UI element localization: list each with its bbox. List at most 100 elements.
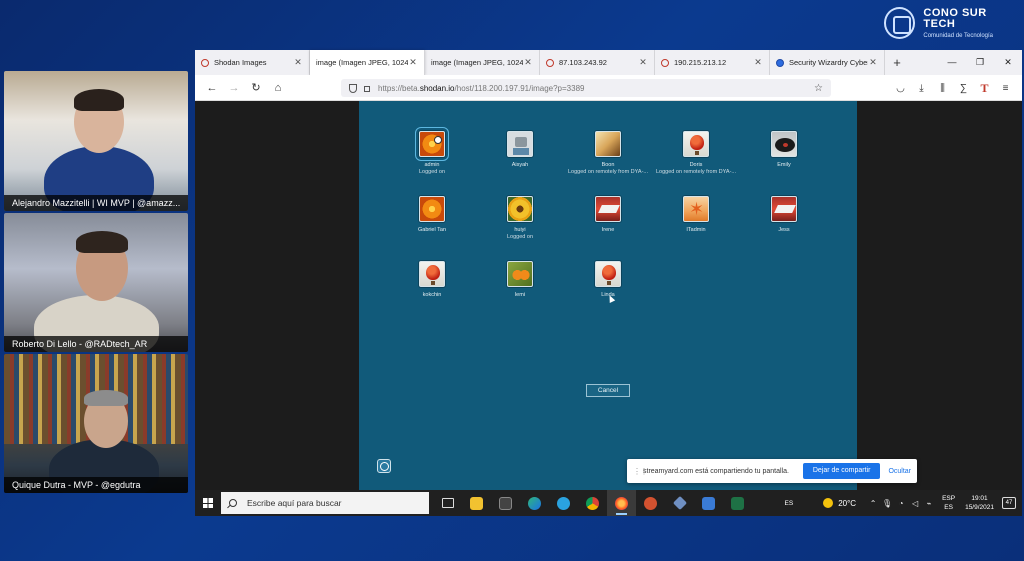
close-window-icon[interactable]: ✕	[994, 50, 1022, 75]
clock[interactable]: 19:01 15/9/2021	[965, 494, 994, 512]
powerpoint-icon[interactable]	[636, 490, 665, 516]
user-name: Boon	[601, 162, 615, 168]
participant-name: Roberto Di Lello - @RADtech_AR	[4, 336, 188, 352]
cancel-button[interactable]: Cancel	[586, 384, 630, 397]
notification-center-icon[interactable]: 47	[1002, 497, 1016, 509]
back-arrow-icon[interactable]: ←	[201, 82, 223, 94]
stop-sharing-button[interactable]: Dejar de compartir	[802, 463, 881, 479]
user-name: ITadmin	[686, 227, 706, 233]
participant-video-3: Quique Dutra - MVP - @egdutra	[4, 354, 188, 493]
restore-icon[interactable]: ❐	[966, 50, 994, 75]
user-tile-aisyah[interactable]: Aisyah	[474, 131, 566, 169]
user-tile-gabriel-tan[interactable]: Gabriel Tan	[386, 196, 478, 234]
tab-image[interactable]: image (Imagen JPEG, 1024 × ✕	[425, 50, 540, 75]
user-tile-admin[interactable]: admin Logged on	[386, 127, 478, 176]
lock-icon[interactable]	[364, 86, 370, 92]
volume-icon[interactable]: ◁	[908, 499, 922, 508]
close-icon[interactable]: ✕	[408, 57, 418, 68]
tab-ip-87[interactable]: 87.103.243.92 ✕	[540, 50, 655, 75]
robot-icon	[507, 131, 533, 157]
tab-shodan-images[interactable]: Shodan Images ✕	[195, 50, 310, 75]
user-tile-doris[interactable]: Doris Logged on remotely from DYA-...	[650, 131, 742, 176]
close-icon[interactable]: ✕	[638, 57, 648, 68]
search-icon	[229, 499, 237, 507]
user-tile-boon[interactable]: Boon Logged on remotely from DYA-...	[562, 131, 654, 176]
drag-handle-icon[interactable]: ⋮⋮	[633, 467, 648, 476]
butterfly-icon	[507, 261, 533, 287]
edge-icon[interactable]	[520, 490, 549, 516]
minimize-icon[interactable]: —	[938, 50, 966, 75]
user-tile-kokchin[interactable]: kokchin	[386, 261, 478, 299]
url-text[interactable]: https://beta.shodan.io/host/118.200.197.…	[378, 84, 814, 93]
firefox-icon[interactable]	[607, 490, 636, 516]
shield-icon[interactable]	[349, 83, 357, 93]
origami-icon	[595, 196, 621, 222]
user-name: Jess	[778, 227, 790, 233]
file-explorer-icon[interactable]	[462, 490, 491, 516]
notion-icon[interactable]	[491, 490, 520, 516]
user-tile-irene[interactable]: Irene	[562, 196, 654, 234]
close-icon[interactable]: ✕	[523, 57, 533, 68]
tab-security-wizardry[interactable]: Security Wizardry Cyber T ✕	[770, 50, 885, 75]
translate-extension-icon[interactable]: T	[974, 81, 995, 96]
weather-sun-icon[interactable]	[823, 498, 834, 508]
download-icon[interactable]: ⤓	[911, 83, 932, 94]
user-tile-jess[interactable]: Jess	[738, 196, 830, 234]
home-icon[interactable]: ⌂	[267, 82, 289, 94]
microphone-icon[interactable]: 🎙	[880, 499, 894, 508]
address-bar[interactable]: https://beta.shodan.io/host/118.200.197.…	[341, 79, 831, 97]
user-tile-emily[interactable]: Emily	[738, 131, 830, 169]
participant-video-1: Alejandro Mazzitelli | WI MVP | @amazz..…	[4, 71, 188, 211]
bookmark-star-icon[interactable]: ☆	[814, 83, 823, 94]
hide-button[interactable]: Ocultar	[888, 468, 911, 475]
taskbar-search[interactable]: Escribe aquí para buscar	[221, 492, 429, 514]
shodan-icon	[661, 58, 669, 67]
user-tile-lemi[interactable]: lemi	[474, 261, 566, 299]
ease-of-access-icon[interactable]	[377, 459, 391, 473]
excel-icon[interactable]	[723, 490, 752, 516]
input-language[interactable]: ES	[785, 500, 794, 507]
user-name: admin	[424, 162, 440, 168]
browser-window: Shodan Images ✕ image (Imagen JPEG, 1024…	[195, 50, 1022, 516]
menu-hamburger-icon[interactable]: ≡	[995, 83, 1016, 94]
user-name: lemi	[514, 292, 526, 298]
reload-icon[interactable]: ↻	[245, 81, 267, 94]
sigma-extension-icon[interactable]: ∑	[953, 83, 974, 94]
weather-temperature[interactable]: 20°C	[838, 499, 856, 508]
tab-label: 190.215.213.12	[674, 58, 727, 67]
brand-logo-block: CONO SUR TECH Comunidad de Tecnología	[884, 6, 1020, 40]
record-icon	[771, 131, 797, 157]
close-icon[interactable]: ✕	[868, 57, 878, 68]
close-icon[interactable]: ✕	[293, 57, 303, 68]
task-view-icon[interactable]	[433, 490, 462, 516]
telegram-icon[interactable]	[549, 490, 578, 516]
balloon-icon	[595, 261, 621, 287]
page-content: admin Logged on Aisyah Boon Logged on re…	[195, 101, 1022, 490]
chevron-up-icon[interactable]: ⌃	[866, 499, 880, 508]
network-icon[interactable]: ◔	[894, 499, 908, 508]
globe-icon	[776, 58, 784, 67]
keyboard-layout[interactable]: ESP ES	[942, 494, 955, 512]
forward-arrow-icon[interactable]: →	[223, 82, 245, 94]
user-status: Logged on	[507, 234, 533, 240]
connection-icon[interactable]: ⌁	[922, 499, 936, 508]
pocket-icon[interactable]: ◡	[890, 83, 911, 94]
user-name: Aisyah	[511, 162, 529, 168]
user-tile-itadmin[interactable]: ITadmin	[650, 196, 742, 234]
user-tile-linda[interactable]: Linda	[562, 261, 654, 299]
tab-label: image (Imagen JPEG, 1024 ×	[316, 58, 408, 67]
user-status: Logged on	[419, 169, 445, 175]
new-tab-button[interactable]: +	[885, 50, 909, 75]
rdp-login-screenshot: admin Logged on Aisyah Boon Logged on re…	[359, 101, 917, 490]
virtualbox-icon[interactable]	[665, 490, 694, 516]
library-icon[interactable]: ⫼	[932, 83, 953, 94]
tab-image-active[interactable]: image (Imagen JPEG, 1024 × ✕	[310, 50, 425, 75]
search-placeholder: Escribe aquí para buscar	[247, 498, 342, 508]
user-tile-huiyi[interactable]: huiyi Logged on	[474, 196, 566, 241]
chrome-icon[interactable]	[578, 490, 607, 516]
remote-desktop-icon[interactable]	[694, 490, 723, 516]
tab-ip-190[interactable]: 190.215.213.12 ✕	[655, 50, 770, 75]
start-button[interactable]	[195, 490, 221, 516]
system-tray: ES 20°C ⌃ 🎙 ◔ ◁ ⌁ ESP ES 19:01 15/9/2021…	[785, 490, 1022, 516]
close-icon[interactable]: ✕	[753, 57, 763, 68]
